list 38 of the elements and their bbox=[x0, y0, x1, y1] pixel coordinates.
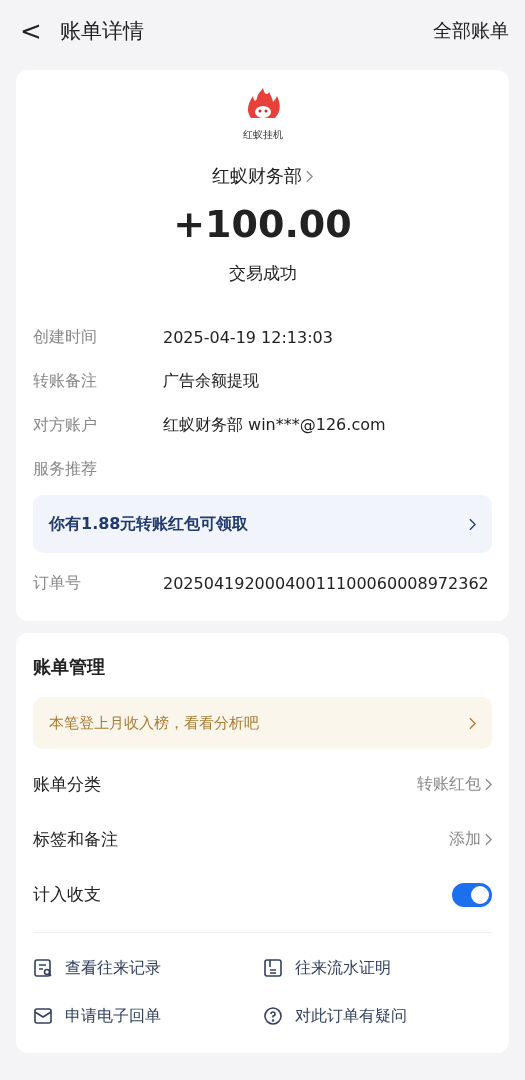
detail-value: 20250419200040011100060008972362 bbox=[163, 573, 489, 593]
chevron-right-icon bbox=[469, 716, 476, 730]
setting-label: 账单分类 bbox=[33, 773, 101, 796]
setting-value-link[interactable]: 转账红包 bbox=[417, 774, 492, 795]
toggle-switch[interactable] bbox=[452, 882, 492, 907]
all-bills-link[interactable]: 全部账单 bbox=[433, 18, 509, 44]
action-link[interactable]: 往来流水证明 bbox=[262, 947, 391, 989]
back-button[interactable]: < bbox=[16, 16, 46, 46]
section-label: 服务推荐 bbox=[33, 458, 98, 480]
detail-label: 订单号 bbox=[33, 572, 82, 594]
action-link[interactable]: 查看往来记录 bbox=[33, 947, 161, 989]
detail-label: 创建时间 bbox=[33, 326, 98, 348]
setting-value-link[interactable]: 添加 bbox=[449, 829, 492, 850]
income-rank-banner[interactable]: 本笔登上月收入榜，看看分析吧 bbox=[33, 697, 492, 749]
document-search-icon bbox=[33, 958, 53, 978]
help-icon bbox=[262, 1006, 283, 1026]
status-text: 交易成功 bbox=[228, 262, 297, 285]
chevron-right-icon bbox=[485, 833, 492, 846]
amount: +100.00 bbox=[173, 202, 352, 246]
chevron-right-icon bbox=[306, 169, 313, 183]
setting-label: 标签和备注 bbox=[33, 828, 118, 851]
action-link[interactable]: 对此订单有疑问 bbox=[262, 995, 407, 1037]
chevron-right-icon bbox=[485, 778, 492, 791]
page-title: 账单详情 bbox=[59, 18, 145, 45]
logo-text: 红蚁挂机 bbox=[242, 128, 283, 142]
section-title: 账单管理 bbox=[33, 655, 106, 679]
detail-value: 广告余额提现 bbox=[163, 370, 259, 392]
promo-banner[interactable]: 你有1.88元转账红包可领取 bbox=[33, 495, 492, 553]
document-icon bbox=[262, 958, 283, 978]
setting-label: 计入收支 bbox=[33, 883, 101, 906]
detail-value: 2025-04-19 12:13:03 bbox=[163, 327, 333, 347]
chevron-right-icon bbox=[469, 517, 476, 531]
mail-icon bbox=[33, 1006, 53, 1026]
detail-label: 转账备注 bbox=[33, 370, 98, 392]
detail-label: 对方账户 bbox=[33, 414, 98, 436]
detail-value: 红蚁财务部 win***@126.com bbox=[163, 414, 386, 436]
payer-link[interactable]: 红蚁财务部 bbox=[212, 164, 313, 188]
action-link[interactable]: 申请电子回单 bbox=[33, 995, 161, 1037]
